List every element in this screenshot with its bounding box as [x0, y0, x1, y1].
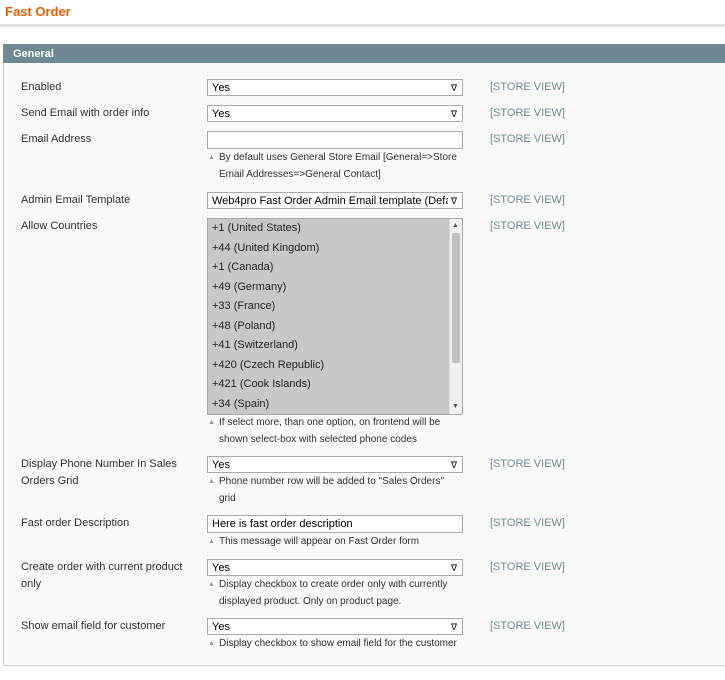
allow-countries-note-line2: shown select-box with selected phone cod… — [219, 434, 417, 445]
display-phone-scope: [STORE VIEW] — [490, 458, 565, 470]
email-address-note-line2: Email Addresses=>General Contact] — [219, 169, 381, 180]
email-address-scope: [STORE VIEW] — [490, 133, 565, 145]
show-email-label: Show email field for customer — [21, 620, 166, 632]
create-order-current-select[interactable]: Yes ∇ — [207, 559, 463, 576]
country-option[interactable]: +1 (Canada) — [208, 258, 450, 278]
create-order-current-label-line1: Create order with current product — [21, 561, 183, 573]
scrollbar-thumb[interactable] — [452, 233, 460, 363]
section-header-general[interactable]: General — [3, 44, 725, 63]
show-email-note-line1: Display checkbox to show email field for… — [219, 638, 457, 649]
note-icon: ▲ — [208, 478, 215, 485]
email-address-note: ▲ By default uses General Store Email [G… — [207, 149, 469, 183]
create-order-current-note-line2: displayed product. Only on product page. — [219, 596, 402, 607]
country-option[interactable]: +41 (Switzerland) — [208, 336, 450, 356]
chevron-down-icon: ∇ — [450, 196, 457, 206]
display-phone-note-line1: Phone number row will be added to "Sales… — [219, 476, 444, 487]
chevron-down-icon: ∇ — [450, 109, 457, 119]
chevron-down-icon: ∇ — [450, 83, 457, 93]
country-option[interactable]: +48 (Poland) — [208, 316, 450, 336]
display-phone-label: Display Phone Number In Sales Orders Gri… — [21, 456, 196, 490]
admin-template-label: Admin Email Template — [21, 194, 131, 206]
country-option[interactable]: +34 (Spain) — [208, 394, 450, 414]
enabled-select-value: Yes — [212, 82, 230, 94]
create-order-current-select-value: Yes — [212, 562, 230, 574]
send-email-select-value: Yes — [212, 108, 230, 120]
fast-order-description-note-line1: This message will appear on Fast Order f… — [219, 536, 420, 547]
create-order-current-note-line1: Display checkbox to create order only wi… — [219, 579, 448, 590]
page-title: Fast Order — [5, 4, 71, 19]
allow-countries-label: Allow Countries — [21, 220, 98, 232]
show-email-note: ▲ Display checkbox to show email field f… — [207, 635, 469, 652]
display-phone-note: ▲ Phone number row will be added to "Sal… — [207, 473, 469, 507]
country-option[interactable]: +1 (United States) — [208, 219, 450, 239]
country-option[interactable]: +33 (France) — [208, 297, 450, 317]
email-address-input[interactable] — [207, 131, 463, 149]
admin-template-select-value: Web4pro Fast Order Admin Email template … — [212, 195, 448, 207]
email-address-label: Email Address — [21, 133, 92, 145]
show-email-select[interactable]: Yes ∇ — [207, 618, 463, 635]
display-phone-select[interactable]: Yes ∇ — [207, 456, 463, 473]
title-divider — [0, 24, 725, 27]
allow-countries-multiselect[interactable]: +1 (United States) +44 (United Kingdom) … — [207, 218, 463, 415]
country-option[interactable]: +421 (Cook Islands) — [208, 375, 450, 395]
allow-countries-options: +1 (United States) +44 (United Kingdom) … — [208, 219, 450, 414]
multiselect-scrollbar[interactable]: ▲ ▼ — [449, 219, 462, 414]
enabled-scope: [STORE VIEW] — [490, 81, 565, 93]
create-order-current-label: Create order with current product only — [21, 559, 196, 593]
enabled-label: Enabled — [21, 81, 62, 93]
country-option[interactable]: +44 (United Kingdom) — [208, 238, 450, 258]
display-phone-label-line1: Display Phone Number In Sales — [21, 458, 177, 470]
note-icon: ▲ — [208, 538, 215, 545]
display-phone-select-value: Yes — [212, 459, 230, 471]
show-email-select-value: Yes — [212, 621, 230, 633]
allow-countries-scope: [STORE VIEW] — [490, 220, 565, 232]
create-order-current-note: ▲ Display checkbox to create order only … — [207, 576, 469, 610]
note-icon: ▲ — [208, 154, 215, 161]
fast-order-description-label: Fast order Description — [21, 517, 130, 529]
display-phone-label-line2: Orders Grid — [21, 475, 79, 487]
section-title: General — [13, 48, 54, 60]
display-phone-note-line2: grid — [219, 493, 236, 504]
admin-template-scope: [STORE VIEW] — [490, 194, 565, 206]
country-option[interactable]: +49 (Germany) — [208, 277, 450, 297]
chevron-down-icon: ∇ — [450, 622, 457, 632]
show-email-scope: [STORE VIEW] — [490, 620, 565, 632]
note-icon: ▲ — [208, 419, 215, 426]
send-email-select[interactable]: Yes ∇ — [207, 105, 463, 122]
send-email-label: Send Email with order info — [21, 107, 150, 119]
send-email-scope: [STORE VIEW] — [490, 107, 565, 119]
allow-countries-note: ▲ If select more, than one option, on fr… — [207, 414, 469, 448]
create-order-current-label-line2: only — [21, 578, 42, 590]
note-icon: ▲ — [208, 581, 215, 588]
scroll-down-icon[interactable]: ▼ — [452, 403, 459, 411]
fast-order-description-input[interactable]: Here is fast order description — [207, 515, 463, 533]
chevron-down-icon: ∇ — [450, 563, 457, 573]
admin-template-select[interactable]: Web4pro Fast Order Admin Email template … — [207, 192, 463, 209]
scroll-up-icon[interactable]: ▲ — [452, 222, 459, 230]
chevron-down-icon: ∇ — [450, 460, 457, 470]
allow-countries-note-line1: If select more, than one option, on fron… — [219, 417, 441, 428]
fast-order-description-scope: [STORE VIEW] — [490, 517, 565, 529]
create-order-current-scope: [STORE VIEW] — [490, 561, 565, 573]
fast-order-description-note: ▲ This message will appear on Fast Order… — [207, 533, 469, 550]
note-icon: ▲ — [208, 640, 215, 647]
email-address-note-line1: By default uses General Store Email [Gen… — [219, 152, 457, 163]
enabled-select[interactable]: Yes ∇ — [207, 79, 463, 96]
country-option[interactable]: +420 (Czech Republic) — [208, 355, 450, 375]
